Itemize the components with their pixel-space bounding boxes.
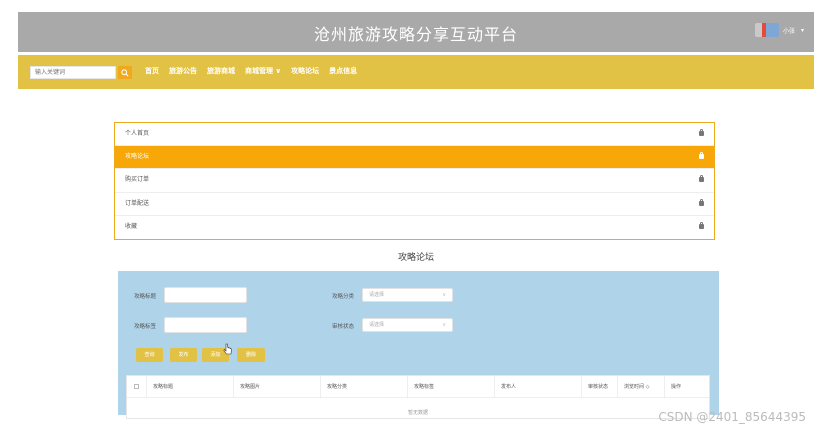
audit-select[interactable]: 请选择 ∨ [362,318,453,332]
lock-icon [699,129,704,136]
nav-item-attractions[interactable]: 景点信息 [329,66,357,76]
nav-item-forum[interactable]: 攻略论坛 [291,66,319,76]
menu-item-favorites[interactable]: 收藏 [115,216,714,239]
menu-item-profile[interactable]: 个人首页 [115,123,714,147]
title-input[interactable] [164,287,247,303]
user-center-menu: 个人首页 攻略论坛 购买订单 订单配送 收藏 [114,122,715,240]
search-input[interactable] [30,66,116,79]
top-header: 沧州旅游攻略分享互动平台 小张 ▾ [18,12,814,52]
menu-item-label: 订单配送 [125,199,150,207]
category-select-value: 请选择 [369,292,385,298]
chevron-down-icon[interactable]: ▾ [801,27,804,34]
search-icon [121,68,129,77]
column-header[interactable]: 攻略分类 [327,383,347,390]
title-label: 攻略标题 [134,294,157,300]
nav-bar: 首页 旅游公告 旅游商城 商城管理 ∨ 攻略论坛 景点信息 [18,55,814,89]
column-header[interactable]: 审核状态 [588,383,608,390]
category-select[interactable]: 请选择 ∨ [362,288,453,302]
column-header[interactable]: 攻略标题 [153,383,173,390]
tag-label: 攻略标签 [134,324,157,330]
user-menu[interactable]: 小张 ▾ [754,23,804,37]
delete-button[interactable]: 删除 [237,348,265,362]
column-header[interactable]: 攻略标签 [414,383,434,390]
watermark: CSDN @2401_85644395 [658,410,806,424]
search-button[interactable] [118,66,132,79]
empty-state-text: 暂无数据 [407,410,428,416]
lock-icon [699,198,704,206]
select-all-checkbox[interactable] [134,384,139,389]
nav-menu: 首页 旅游公告 旅游商城 商城管理 ∨ 攻略论坛 景点信息 [145,66,357,76]
category-label: 攻略分类 [332,294,355,300]
menu-item-orders[interactable]: 购买订单 [115,169,714,193]
menu-item-delivery[interactable]: 订单配送 [115,193,714,216]
table-body: 暂无数据 [127,398,709,418]
publish-button[interactable]: 发布 [170,348,197,362]
menu-item-label: 购买订单 [125,176,150,184]
chevron-down-icon: ∨ [442,322,446,328]
column-header: 操作 [671,384,682,390]
forum-table: 攻略标题 攻略图片 攻略分类 攻略标签 发布人 审核状态 浏览时间 ◇ 操作 暂… [126,375,710,419]
menu-item-forum[interactable]: 攻略论坛 [115,146,714,170]
column-header-sortable[interactable]: 浏览时间 ◇ [624,383,649,390]
forum-panel: 攻略标题 攻略分类 请选择 ∨ 攻略标签 审核状态 请选择 ∨ 查询 发布 添加… [118,271,719,419]
query-button[interactable]: 查询 [136,348,163,362]
lock-icon [699,221,704,229]
column-header[interactable]: 发布人 [501,383,516,390]
audit-select-value: 请选择 [369,322,385,328]
lock-icon [699,152,704,160]
page-title: 攻略论坛 [397,253,434,263]
user-name[interactable]: 小张 [783,26,795,35]
nav-item-home[interactable]: 首页 [145,66,159,76]
audit-label: 审核状态 [332,324,355,330]
menu-item-label: 个人首页 [125,130,150,137]
site-title: 沧州旅游攻略分享互动平台 [313,25,518,44]
nav-item-mall[interactable]: 旅游商城 [207,66,235,76]
chevron-down-icon: ∨ [442,292,446,298]
nav-item-mall-management[interactable]: 商城管理 ∨ [245,66,281,76]
menu-item-label: 攻略论坛 [125,153,150,161]
pointer-cursor-icon [223,343,232,355]
nav-item-announcements[interactable]: 旅游公告 [169,66,197,76]
tag-input[interactable] [164,317,247,333]
column-header[interactable]: 攻略图片 [240,383,260,390]
avatar[interactable] [754,23,779,37]
lock-icon [699,175,704,183]
menu-item-label: 收藏 [125,222,138,230]
table-header: 攻略标题 攻略图片 攻略分类 攻略标签 发布人 审核状态 浏览时间 ◇ 操作 [127,376,709,398]
